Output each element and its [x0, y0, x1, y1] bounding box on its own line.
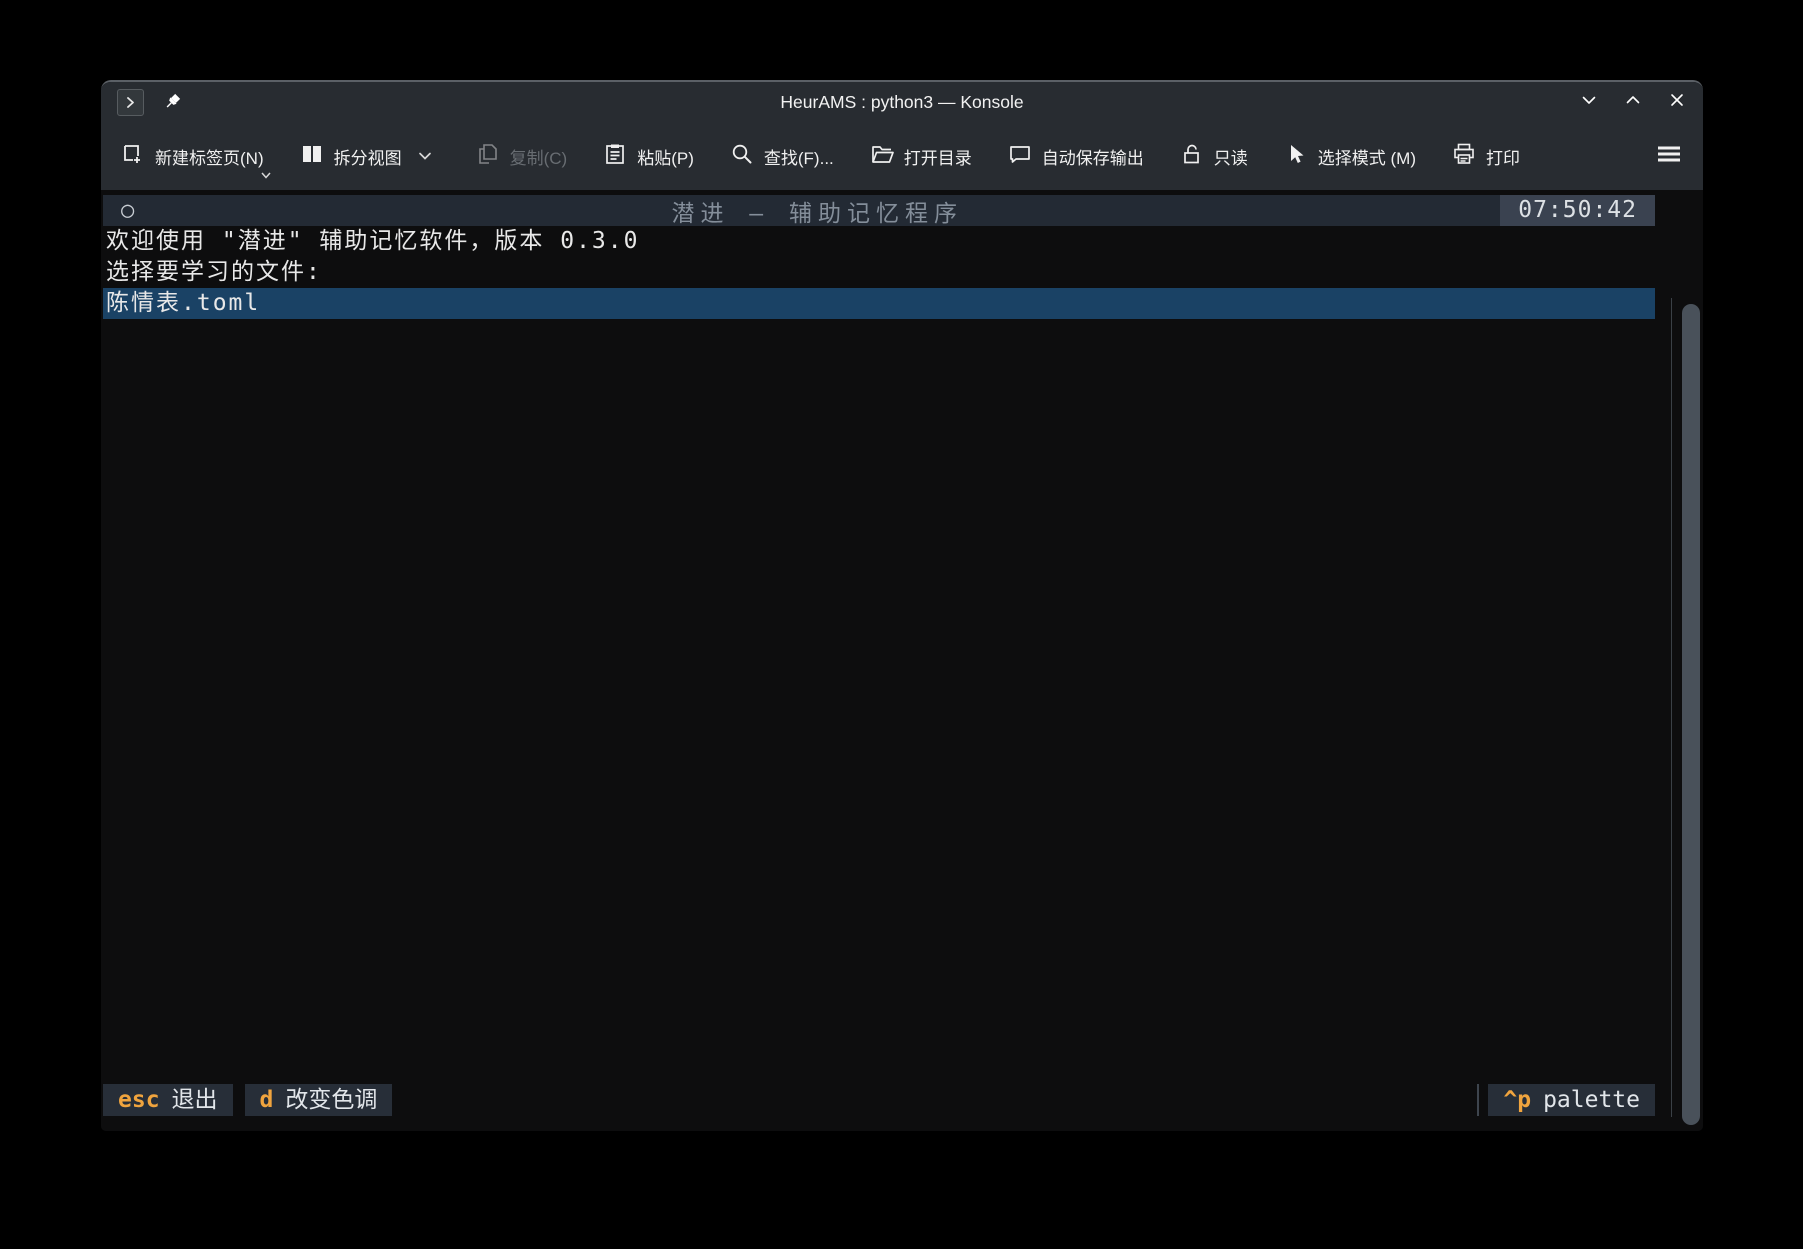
split-view-label: 拆分视图 — [334, 144, 402, 169]
unlock-icon — [1180, 142, 1204, 171]
pin-icon[interactable] — [161, 91, 183, 113]
split-view-button[interactable]: 拆分视图 — [300, 142, 432, 171]
status-circle-icon: ○ — [121, 195, 134, 226]
autosave-output-label: 自动保存输出 — [1042, 144, 1144, 169]
key-label: ^p — [1503, 1084, 1531, 1116]
keybinding-change-theme[interactable]: d 改变色调 — [245, 1084, 393, 1116]
close-button[interactable] — [1667, 92, 1687, 112]
key-label: d — [260, 1084, 274, 1116]
read-only-label: 只读 — [1214, 144, 1248, 169]
open-directory-label: 打开目录 — [904, 144, 972, 169]
terminal-line-welcome: 欢迎使用 "潜进" 辅助记忆软件，版本 0.3.0 — [103, 226, 1655, 257]
select-mode-button[interactable]: 选择模式 (M) — [1284, 142, 1416, 171]
tui-footer: esc 退出 d 改变色调 ^p palette — [103, 1084, 1655, 1116]
copy-icon — [476, 142, 500, 171]
tui-header: ○ 潜进 – 辅助记忆程序 07:50:42 — [103, 195, 1655, 226]
open-directory-button[interactable]: 打开目录 — [870, 142, 972, 171]
window-title: HeurAMS : python3 — Konsole — [101, 92, 1703, 113]
maximize-button[interactable] — [1623, 92, 1643, 112]
key-label: esc — [118, 1084, 160, 1116]
printer-icon — [1452, 142, 1476, 171]
key-description: palette — [1543, 1084, 1640, 1116]
konsole-terminal-icon[interactable] — [117, 89, 144, 116]
paste-label: 粘贴(P) — [637, 144, 694, 169]
scrollbar-track-divider — [1671, 298, 1672, 1117]
copy-button[interactable]: 复制(C) — [476, 142, 568, 171]
new-tab-icon — [121, 142, 145, 171]
footer-divider — [1477, 1084, 1479, 1116]
find-label: 查找(F)... — [764, 144, 834, 169]
terminal-empty-area — [103, 319, 1655, 1084]
close-icon — [1668, 91, 1686, 114]
speech-bubble-icon — [1008, 142, 1032, 171]
split-view-icon — [300, 142, 324, 171]
scrollbar[interactable] — [1682, 304, 1700, 1125]
key-description: 退出 — [172, 1084, 218, 1116]
paste-button[interactable]: 粘贴(P) — [603, 142, 694, 171]
search-icon — [730, 142, 754, 171]
keybinding-command-palette[interactable]: ^p palette — [1488, 1084, 1655, 1116]
konsole-window: HeurAMS : python3 — Konsole — [101, 80, 1703, 1131]
chevron-down-icon — [418, 146, 432, 166]
find-button[interactable]: 查找(F)... — [730, 142, 834, 171]
terminal-line-prompt: 选择要学习的文件: — [103, 257, 1655, 288]
key-description: 改变色调 — [285, 1084, 377, 1116]
hamburger-menu-icon — [1655, 142, 1683, 171]
chevron-up-icon — [1624, 91, 1642, 114]
chevron-down-icon — [260, 165, 272, 185]
minimize-button[interactable] — [1579, 92, 1599, 112]
titlebar[interactable]: HeurAMS : python3 — Konsole — [101, 82, 1703, 122]
open-folder-icon — [870, 142, 894, 171]
hamburger-menu-button[interactable] — [1655, 142, 1683, 171]
file-list-item-selected[interactable]: 陈情表.toml — [103, 288, 1655, 319]
paste-icon — [603, 142, 627, 171]
new-tab-button[interactable]: 新建标签页(N) — [121, 142, 264, 171]
print-button[interactable]: 打印 — [1452, 142, 1520, 171]
select-mode-label: 选择模式 (M) — [1318, 144, 1416, 169]
tui-app-title: 潜进 – 辅助记忆程序 — [134, 194, 1500, 228]
cursor-arrow-icon — [1284, 142, 1308, 171]
new-tab-label: 新建标签页(N) — [155, 144, 264, 169]
toolbar: 新建标签页(N) 拆分视图 复制(C) 粘贴(P) — [101, 122, 1703, 190]
read-only-button[interactable]: 只读 — [1180, 142, 1248, 171]
copy-label: 复制(C) — [510, 144, 568, 169]
print-label: 打印 — [1486, 144, 1520, 169]
tui-clock: 07:50:42 — [1500, 195, 1655, 226]
terminal-display[interactable]: ○ 潜进 – 辅助记忆程序 07:50:42 欢迎使用 "潜进" 辅助记忆软件，… — [101, 190, 1703, 1131]
autosave-output-button[interactable]: 自动保存输出 — [1008, 142, 1144, 171]
chevron-down-icon — [1580, 91, 1598, 114]
keybinding-escape[interactable]: esc 退出 — [103, 1084, 233, 1116]
